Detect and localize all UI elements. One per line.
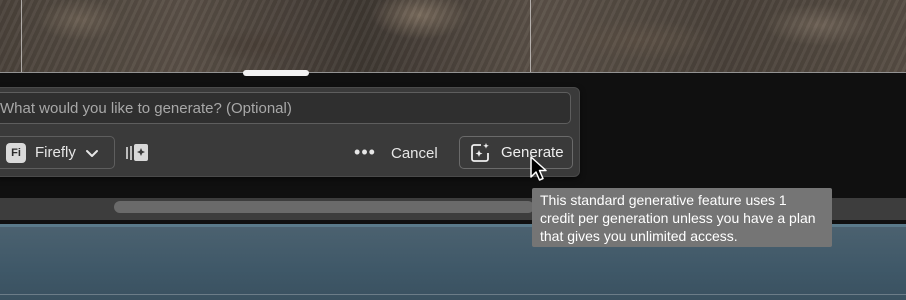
scrollbar-thumb[interactable] (114, 201, 534, 213)
generate-button[interactable]: Generate (459, 136, 573, 169)
crop-grid-line (0, 72, 906, 73)
generate-tooltip: This standard generative feature uses 1 … (532, 188, 832, 247)
cancel-button[interactable]: Cancel (391, 143, 438, 165)
chevron-down-icon (85, 149, 98, 157)
more-options-icon[interactable]: ••• (353, 143, 377, 164)
model-label: Firefly (35, 144, 76, 161)
model-picker[interactable]: Fi Firefly (0, 136, 115, 169)
canvas-image (0, 0, 906, 72)
prompt-input[interactable] (0, 92, 571, 124)
contextual-task-bar: Fi Firefly ••• Cancel Generate (0, 87, 580, 177)
firefly-badge-icon: Fi (6, 142, 26, 163)
reference-image-icon[interactable] (125, 143, 149, 163)
crop-handle[interactable] (243, 70, 309, 76)
crop-grid-line (21, 0, 22, 72)
mouse-pointer-icon (530, 156, 547, 181)
divider (0, 294, 906, 295)
crop-grid-line (530, 0, 531, 72)
generate-sparkle-icon (471, 142, 489, 162)
